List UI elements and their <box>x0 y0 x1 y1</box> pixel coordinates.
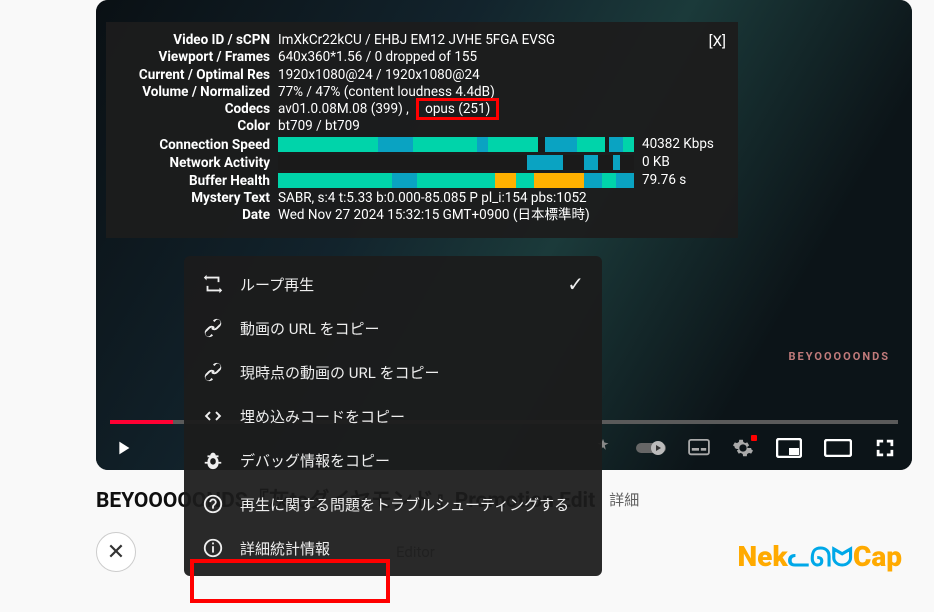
stat-value: Wed Nov 27 2024 15:32:15 GMT+0900 (日本標準時… <box>278 207 726 224</box>
stat-value: av01.0.08M.08 (399) , opus (251) <box>278 101 726 118</box>
miniplayer-icon[interactable] <box>776 438 802 458</box>
stat-row: Video ID / sCPNImXkCr22kCU / EHBJ EM12 J… <box>116 32 726 49</box>
progress-fill <box>110 420 173 424</box>
stat-bar-row: Buffer Health 79.76 s <box>116 172 726 190</box>
help-icon <box>202 493 224 515</box>
video-watermark: BEYOOOOONDS <box>789 350 890 363</box>
menu-item[interactable]: 現時点の動画の URL をコピー <box>184 350 602 394</box>
stat-label: Mystery Text <box>116 190 278 207</box>
embed-icon <box>202 405 224 427</box>
stat-value: SABR, s:4 t:5.33 b:0.000-85.085 P pl_i:1… <box>278 190 726 207</box>
menu-item[interactable]: 再生に関する問題をトラブルシューティングする <box>184 482 602 526</box>
details-link[interactable]: 詳細 <box>609 489 639 510</box>
stats-panel: [X] Video ID / sCPNImXkCr22kCU / EHBJ EM… <box>106 22 738 238</box>
menu-label: 埋め込みコードをコピー <box>240 406 405 427</box>
stat-label: Buffer Health <box>116 172 278 190</box>
stat-label: Codecs <box>116 101 278 118</box>
stat-row: Viewport / Frames640x360*1.56 / 0 droppe… <box>116 49 726 66</box>
subtitles-icon[interactable] <box>688 439 710 457</box>
fullscreen-icon[interactable] <box>874 437 896 459</box>
stat-row-codecs: Codecs av01.0.08M.08 (399) , opus (251) <box>116 101 726 118</box>
stat-row: Mystery TextSABR, s:4 t:5.33 b:0.000-85.… <box>116 190 726 207</box>
menu-label: 詳細統計情報 <box>240 538 330 559</box>
stat-value: ImXkCr22kCU / EHBJ EM12 JVHE 5FGA EVSG <box>278 32 726 49</box>
play-icon[interactable] <box>112 437 134 459</box>
stat-label: Video ID / sCPN <box>116 32 278 49</box>
stat-metric: 40382 Kbps <box>642 136 726 153</box>
menu-label: 現時点の動画の URL をコピー <box>240 362 440 383</box>
check-icon: ✓ <box>567 272 584 296</box>
stat-metric: 0 KB <box>642 154 726 171</box>
stat-bar <box>278 155 634 170</box>
settings-icon[interactable] <box>732 437 754 459</box>
bug-icon <box>202 449 224 471</box>
menu-label: ループ再生 <box>240 274 314 295</box>
stat-bar <box>278 137 634 152</box>
codecs-highlight: opus (251) <box>416 98 499 120</box>
context-menu[interactable]: ループ再生 ✓ 動画の URL をコピー現時点の動画の URL をコピー埋め込みコー… <box>184 256 602 576</box>
link-icon <box>202 317 224 339</box>
menu-item[interactable]: 埋め込みコードをコピー <box>184 394 602 438</box>
stat-label: Date <box>116 207 278 224</box>
info-icon <box>202 537 224 559</box>
stat-metric: 79.76 s <box>642 172 726 189</box>
stat-label: Viewport / Frames <box>116 49 278 66</box>
autoplay-toggle[interactable] <box>636 440 666 456</box>
stat-bar <box>278 173 634 188</box>
stat-value: 640x360*1.56 / 0 dropped of 155 <box>278 49 726 66</box>
stat-value: 77% / 47% (content loudness 4.4dB) <box>278 84 726 101</box>
menu-item[interactable]: デバッグ情報をコピー <box>184 438 602 482</box>
stat-bar-row: Network Activity 0 KB <box>116 154 726 172</box>
nekocap-nek: Nek <box>737 540 787 573</box>
stats-close-button[interactable]: [X] <box>709 32 726 51</box>
nekocap-logo[interactable]: NekᓚᘏᗢCap <box>737 540 902 574</box>
menu-label: 再生に関する問題をトラブルシューティングする <box>240 494 569 515</box>
stat-label: Network Activity <box>116 154 278 172</box>
stat-label: Connection Speed <box>116 136 278 154</box>
cat-icon: ᓚᘏᗢ <box>788 543 853 573</box>
stat-label: Color <box>116 118 278 135</box>
menu-item[interactable]: ループ再生 ✓ <box>184 262 602 306</box>
stat-bar-row: Connection Speed 40382 Kbps <box>116 136 726 154</box>
stat-row-color: Color bt709 / bt709 <box>116 118 726 135</box>
stat-row: Current / Optimal Res1920x1080@24 / 1920… <box>116 67 726 84</box>
stat-row: DateWed Nov 27 2024 15:32:15 GMT+0900 (日… <box>116 207 726 224</box>
close-chip[interactable]: ✕ <box>96 532 136 572</box>
nekocap-cap: Cap <box>853 540 902 573</box>
menu-item[interactable]: 動画の URL をコピー <box>184 306 602 350</box>
stat-value: 1920x1080@24 / 1920x1080@24 <box>278 67 726 84</box>
stat-label: Volume / Normalized <box>116 84 278 101</box>
menu-label: デバッグ情報をコピー <box>240 450 390 471</box>
theater-icon[interactable] <box>824 439 852 457</box>
stat-value: bt709 / bt709 <box>278 118 726 135</box>
link-icon <box>202 361 224 383</box>
loop-icon <box>202 273 224 295</box>
menu-label: 動画の URL をコピー <box>240 318 380 339</box>
stat-label: Current / Optimal Res <box>116 67 278 84</box>
settings-hd-badge <box>751 435 757 441</box>
menu-item[interactable]: 詳細統計情報 <box>184 526 602 570</box>
